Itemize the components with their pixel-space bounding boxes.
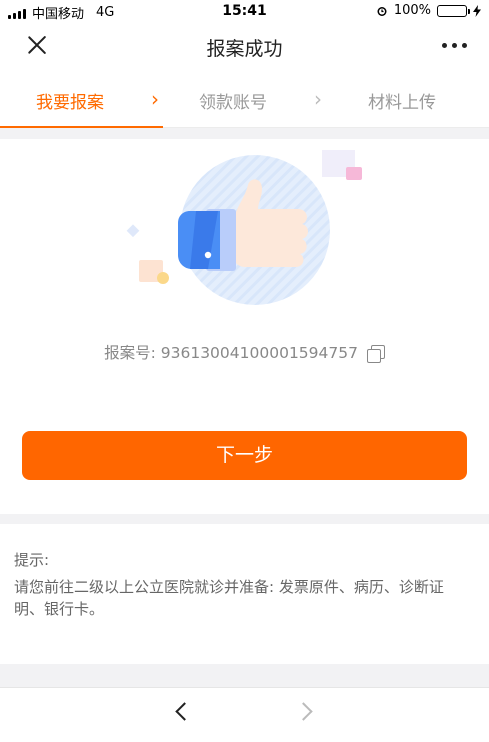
step-account[interactable]: 领款账号 — [199, 88, 267, 113]
thumbs-up-illustration — [126, 150, 362, 305]
step-report[interactable]: 我要报案 — [36, 88, 104, 113]
case-number: 93613004100001594757 — [160, 344, 358, 362]
tips-body: 请您前往二级以上公立医院就诊并准备: 发票原件、病历、诊断证明、银行卡。 — [14, 578, 444, 618]
alarm-icon — [377, 6, 387, 16]
more-icon[interactable] — [442, 43, 467, 48]
nav-bar: 报案成功 — [0, 22, 489, 70]
battery-percent: 100% — [393, 3, 431, 18]
case-number-label: 报案号: — [104, 344, 156, 362]
chevron-right-icon: › — [314, 87, 322, 111]
browser-toolbar — [0, 687, 489, 742]
copy-icon[interactable] — [366, 345, 385, 363]
step-upload[interactable]: 材料上传 — [368, 88, 436, 113]
charging-icon — [473, 4, 481, 17]
back-arrow-icon[interactable] — [174, 705, 188, 719]
chevron-right-icon: › — [151, 87, 159, 111]
status-right: 100% — [376, 3, 481, 18]
active-step-underline — [0, 126, 163, 128]
tips-title: 提示: — [14, 551, 50, 569]
page-title: 报案成功 — [206, 38, 283, 60]
case-number-row: 报案号: 93613004100001594757 — [0, 341, 489, 363]
next-step-button[interactable]: 下一步 — [22, 431, 467, 480]
battery-icon — [437, 4, 470, 17]
forward-arrow-icon[interactable] — [300, 705, 314, 719]
step-indicator: 我要报案 › 领款账号 › 材料上传 — [0, 70, 489, 128]
